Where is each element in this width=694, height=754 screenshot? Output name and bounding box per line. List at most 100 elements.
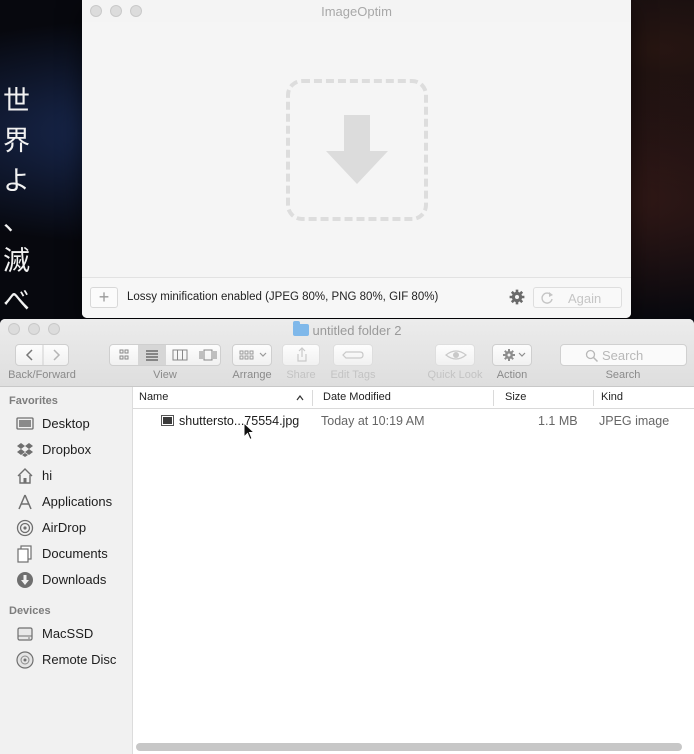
sidebar-item-label: Applications xyxy=(42,494,113,509)
column-view-button[interactable] xyxy=(166,345,194,365)
sidebar-item-desktop[interactable]: Desktop xyxy=(16,413,128,435)
table-row[interactable]: shuttersto...75554.jpg Today at 10:19 AM… xyxy=(133,409,694,433)
action-button[interactable] xyxy=(492,344,532,366)
favorites-header: Favorites xyxy=(9,395,58,407)
gear-icon xyxy=(503,349,526,361)
quick-look-label: Quick Look xyxy=(427,369,483,381)
search-icon xyxy=(585,349,599,363)
sidebar-item-macssd[interactable]: MacSSD xyxy=(16,623,128,645)
mouse-cursor-icon xyxy=(243,422,256,441)
wallpaper-char: 、 xyxy=(3,206,30,237)
arrange-button[interactable] xyxy=(232,344,272,366)
column-view-icon xyxy=(172,349,188,361)
share-icon xyxy=(297,347,307,362)
sidebar-item-hi[interactable]: hi xyxy=(16,465,128,487)
sidebar-item-label: MacSSD xyxy=(42,626,94,641)
sidebar-item-label: Documents xyxy=(42,546,108,561)
drop-zone[interactable] xyxy=(286,79,428,221)
share-button[interactable] xyxy=(282,344,320,366)
file-name: shuttersto...75554.jpg xyxy=(179,414,300,428)
wallpaper-char: 滅 xyxy=(3,246,30,277)
horizontal-scrollbar[interactable] xyxy=(136,743,682,751)
column-header-label: Size xyxy=(505,391,527,403)
edit-tags-button[interactable] xyxy=(333,344,373,366)
quick-look-button[interactable] xyxy=(435,344,475,366)
view-control xyxy=(109,344,221,366)
arrange-label: Arrange xyxy=(232,369,272,381)
dropbox-icon xyxy=(17,443,33,457)
sidebar-item-label: Dropbox xyxy=(42,442,92,457)
download-arrow-icon xyxy=(326,115,388,184)
column-header-date[interactable]: Date Modified xyxy=(312,387,493,409)
file-kind: JPEG image xyxy=(599,414,670,428)
desktop-icon xyxy=(16,417,34,430)
file-date: Today at 10:19 AM xyxy=(321,414,425,428)
folder-title-label: untitled folder 2 xyxy=(312,323,402,338)
file-list: Name Date Modified Size Kind shuttersto.… xyxy=(133,387,694,754)
devices-header: Devices xyxy=(9,605,51,617)
chevron-right-icon xyxy=(53,349,61,361)
reload-icon xyxy=(541,292,553,304)
cover-flow-icon xyxy=(199,349,217,361)
folder-icon xyxy=(292,321,309,336)
window-title: ImageOptim xyxy=(321,4,392,19)
finder-toolbar: untitled folder 2 Back/Forward View Arra… xyxy=(0,319,694,387)
column-header-label: Name xyxy=(139,391,169,403)
finder-window: untitled folder 2 Back/Forward View Arra… xyxy=(0,319,694,754)
wallpaper-char: 界 xyxy=(3,126,30,157)
finder-title: untitled folder 2 xyxy=(0,321,694,338)
documents-icon xyxy=(17,545,32,563)
imageoptim-bottom-bar: + Lossy minification enabled (JPEG 80%, … xyxy=(82,277,631,318)
sidebar-item-dropbox[interactable]: Dropbox xyxy=(16,439,128,461)
arrange-icon xyxy=(239,350,267,360)
home-icon xyxy=(17,468,33,484)
icon-view-button[interactable] xyxy=(110,345,138,365)
sidebar-item-documents[interactable]: Documents xyxy=(16,543,128,565)
sidebar-item-downloads[interactable]: Downloads xyxy=(16,569,128,591)
sort-ascending-icon xyxy=(296,395,304,401)
again-button[interactable]: Again xyxy=(533,287,622,308)
sidebar-item-applications[interactable]: Applications xyxy=(16,491,128,513)
view-label: View xyxy=(153,369,177,381)
search-input[interactable]: Search xyxy=(560,344,687,366)
column-header-size[interactable]: Size xyxy=(493,387,593,409)
share-label: Share xyxy=(286,369,316,381)
list-view-icon xyxy=(146,350,158,361)
file-size: 1.1 MB xyxy=(538,414,578,428)
sidebar-item-label: Desktop xyxy=(42,416,90,431)
downloads-icon xyxy=(17,572,33,588)
wallpaper-char: 世 xyxy=(3,86,30,117)
list-view-button[interactable] xyxy=(138,345,166,365)
action-label: Action xyxy=(496,369,528,381)
sidebar-item-label: Downloads xyxy=(42,572,107,587)
disc-icon xyxy=(16,651,34,669)
applications-icon xyxy=(18,494,32,510)
search-label: Search xyxy=(605,369,641,381)
tag-icon xyxy=(342,351,364,359)
sidebar-item-airdrop[interactable]: AirDrop xyxy=(16,517,128,539)
edit-tags-label: Edit Tags xyxy=(330,369,376,381)
back-forward-label: Back/Forward xyxy=(8,369,76,381)
status-text: Lossy minification enabled (JPEG 80%, PN… xyxy=(127,291,439,303)
sidebar-item-label: Remote Disc xyxy=(42,652,117,667)
drive-icon xyxy=(17,627,33,641)
imageoptim-titlebar[interactable]: ImageOptim xyxy=(82,0,631,22)
column-header-kind[interactable]: Kind xyxy=(593,387,694,409)
back-forward-control xyxy=(15,344,69,366)
add-files-button[interactable]: + xyxy=(90,287,118,308)
gear-icon[interactable] xyxy=(509,289,525,305)
search-placeholder: Search xyxy=(602,348,644,363)
eye-icon xyxy=(445,350,467,360)
back-forward-icons xyxy=(25,345,61,365)
sidebar: Favorites Desktop Dropbox hi Application… xyxy=(0,387,133,754)
sidebar-item-label: AirDrop xyxy=(42,520,87,535)
column-header-label: Date Modified xyxy=(323,391,391,403)
sidebar-item-label: hi xyxy=(42,468,53,483)
sidebar-item-remote-disc[interactable]: Remote Disc xyxy=(16,649,128,671)
cover-flow-button[interactable] xyxy=(194,345,222,365)
column-header-name[interactable]: Name xyxy=(133,387,312,409)
imageoptim-window: ImageOptim + Lossy minification enabled … xyxy=(82,0,631,318)
column-header-label: Kind xyxy=(601,391,624,403)
icon-view-icon xyxy=(119,349,129,360)
airdrop-icon xyxy=(16,519,34,537)
